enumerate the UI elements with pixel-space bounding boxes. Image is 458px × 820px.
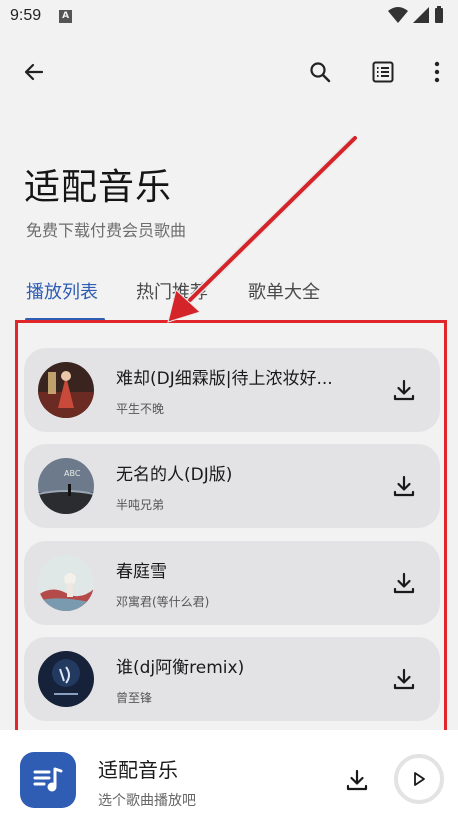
play-icon [414,772,425,786]
player-download-button[interactable] [343,766,371,794]
tab-bar: 播放列表 热门推荐 歌单大全 [0,278,458,322]
status-bar: 9:59 A [0,0,458,32]
more-options-button[interactable] [420,54,454,90]
wifi-icon [388,7,408,23]
status-icons [388,6,444,24]
music-queue-icon [33,767,63,792]
notification-icon: A [59,9,73,23]
search-button[interactable] [302,54,338,90]
annotation-highlight-box [15,320,447,737]
player-subtitle: 选个歌曲播放吧 [98,793,196,809]
mini-player[interactable]: 适配音乐 选个歌曲播放吧 [0,730,458,820]
page-subtitle: 免费下载付费会员歌曲 [26,221,187,240]
tab-playlist[interactable]: 播放列表 [26,278,98,304]
toolbar [0,50,458,94]
tab-song-collection[interactable]: 歌单大全 [248,278,320,304]
signal-icon [413,7,429,23]
download-icon [346,769,368,791]
more-vert-icon [434,61,440,83]
player-title: 适配音乐 [98,758,178,782]
search-icon [310,62,331,83]
battery-icon [435,6,443,23]
playlist-button[interactable] [365,54,401,90]
list-icon [372,61,394,83]
status-time: 9:59 [10,7,42,24]
back-button[interactable] [16,54,52,90]
player-cover [20,752,76,808]
tab-hot-recommend[interactable]: 热门推荐 [136,278,208,304]
page-title: 适配音乐 [24,167,173,208]
play-button[interactable] [394,754,444,804]
back-arrow-icon [24,63,44,81]
